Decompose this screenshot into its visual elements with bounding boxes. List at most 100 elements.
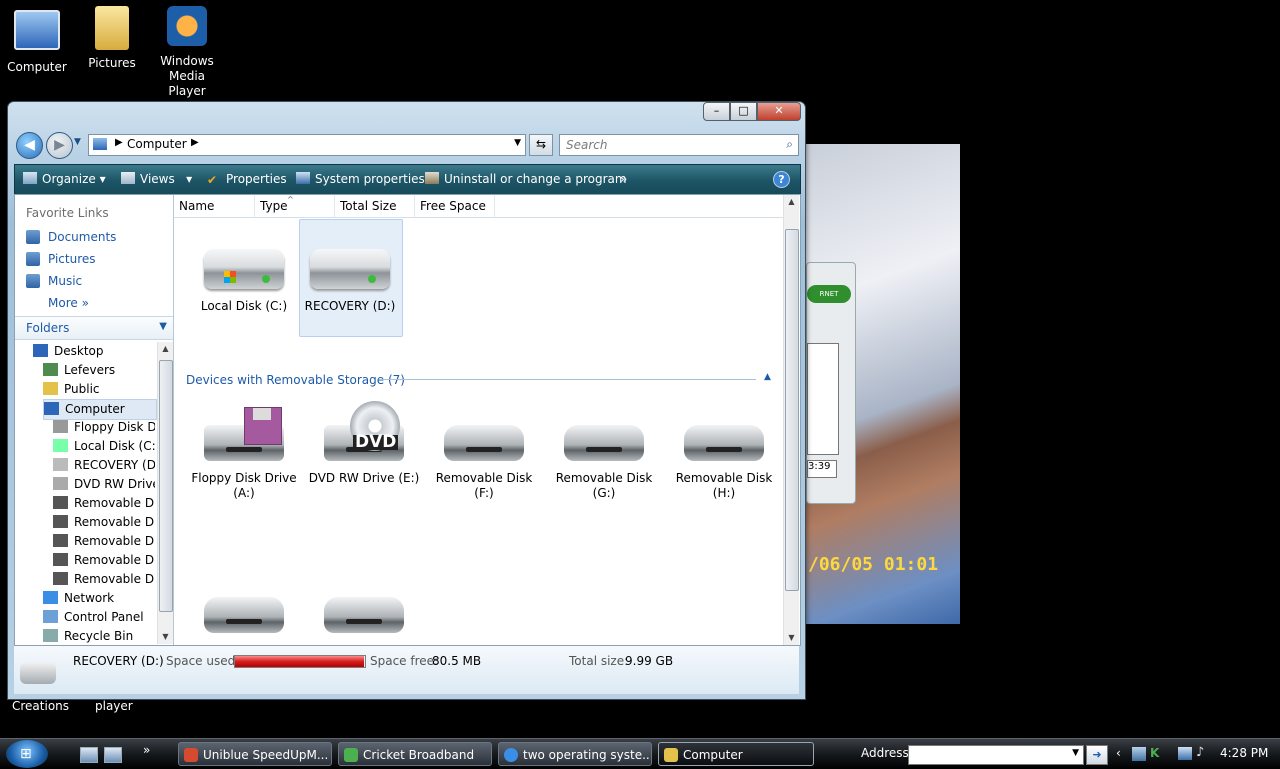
desktop-icon-label[interactable]: Creations [12,699,69,713]
folder-tree-item[interactable]: DVD RW Drive [53,475,155,494]
column-header-total-size[interactable]: Total Size [335,195,415,217]
go-button[interactable]: ➜ [1086,745,1108,765]
search-input[interactable]: Search ⌕ [559,134,799,156]
drive-local-disk-c[interactable]: Local Disk (C:) [188,235,300,314]
desktop-icon-media-player[interactable]: Windows Media Player [150,6,224,99]
desktop-icon-computer[interactable]: Computer [0,6,74,75]
toolbar-overflow-button[interactable]: » [620,165,627,194]
scrollbar-thumb[interactable] [159,360,173,612]
task-uniblue[interactable]: Uniblue SpeedUpM... [178,742,332,766]
desktop-icon-pictures[interactable]: Pictures [75,6,149,71]
start-button[interactable]: ⊞ [6,740,48,768]
drive-removable-partial[interactable] [308,579,420,645]
explorer-window[interactable]: – □ ✕ ◀ ▶ ▼ ▶ Computer ▶ ▼ ⇆ Search ⌕ Or… [7,101,806,700]
back-button[interactable]: ◀ [16,132,43,159]
folder-tree-item[interactable]: Lefevers [43,361,155,380]
folder-tree-item[interactable]: Network [43,589,155,608]
switch-windows-icon[interactable] [104,747,122,763]
removable-disk-icon [680,407,768,465]
folder-tree-item[interactable]: Public [43,380,155,399]
network-tray-icon[interactable] [1132,747,1146,761]
scroll-up-icon[interactable]: ▲ [158,342,173,356]
folder-tree-item-icon [53,477,68,490]
favorite-link-pictures[interactable]: Pictures [26,250,96,268]
task-cricket-broadband[interactable]: Cricket Broadband [338,742,492,766]
space-used-fill [235,656,364,667]
favorite-link-documents[interactable]: Documents [26,228,116,246]
column-header-name[interactable]: Name [174,195,255,217]
drive-removable-f[interactable]: Removable Disk (F:) [428,407,540,501]
drive-removable-partial[interactable] [188,579,300,645]
breadcrumb[interactable]: Computer [127,137,187,151]
address-bar[interactable]: ▶ Computer ▶ ▼ [88,134,526,156]
volume-icon[interactable]: ♪ [1196,745,1204,760]
folder-tree-item[interactable]: Removable Dis [53,570,155,589]
folder-tree-scrollbar[interactable]: ▲ ▼ [157,342,173,644]
forward-button[interactable]: ▶ [46,132,73,159]
help-button[interactable]: ? [773,171,790,188]
organize-button[interactable]: Organize ▾ [23,165,106,194]
folder-tree-item[interactable]: Removable Dis [53,513,155,532]
show-desktop-icon[interactable] [80,747,98,763]
scroll-up-icon[interactable]: ▲ [784,195,799,209]
folder-tree-item[interactable]: Removable Dis [53,532,155,551]
desktop-icon-label: Computer [7,60,67,74]
breadcrumb-separator-icon[interactable]: ▶ [115,137,123,148]
folder-tree-item[interactable]: Recycle Bin [43,627,155,646]
folder-tree-item[interactable]: Computer [43,399,157,420]
folder-tree-item[interactable]: Local Disk (C:) [53,437,155,456]
drive-dvd-e[interactable]: DVD DVD RW Drive (E:) [308,401,420,486]
scrollbar-thumb[interactable] [785,229,799,591]
drive-recovery-d[interactable]: RECOVERY (D:) [294,235,406,314]
floppy-disk-icon [244,407,282,445]
clock[interactable]: 4:28 PM [1220,746,1268,760]
collapse-group-icon[interactable]: ▲ [764,372,771,382]
favorite-link-more[interactable]: More » [48,294,89,312]
folder-tree-item[interactable]: RECOVERY (D:) [53,456,155,475]
column-header-free-space[interactable]: Free Space [415,195,495,217]
system-properties-button[interactable]: System properties [296,165,425,194]
background-widget[interactable]: RNET 3:39 [806,262,856,504]
quick-launch-overflow[interactable]: » [143,743,150,757]
drive-label: Floppy Disk Drive (A:) [191,471,297,500]
folders-header[interactable]: Folders ▼ [15,316,173,340]
desktop-icon-label[interactable]: player [95,699,133,713]
documents-icon [26,230,40,244]
maximize-button[interactable]: □ [730,102,757,121]
properties-button[interactable]: ✔ Properties [207,165,287,194]
tray-expand-chevron[interactable]: ‹ [1116,746,1121,760]
removable-storage-group-header[interactable]: Devices with Removable Storage (7) [186,373,405,387]
folder-tree-item-label: Removable Dis [74,553,155,567]
connection-tray-icon[interactable] [1178,747,1192,760]
folder-tree-item[interactable]: Desktop [33,342,155,361]
folder-tree-item[interactable]: Control Panel [43,608,155,627]
chevron-down-icon[interactable]: ▼ [1072,748,1079,758]
cricket-tray-icon[interactable]: K [1150,746,1164,761]
close-button[interactable]: ✕ [757,102,801,121]
refresh-button[interactable]: ⇆ [529,134,553,156]
drive-removable-g[interactable]: Removable Disk (G:) [548,407,660,501]
folder-tree-item[interactable]: Removable Dis [53,494,155,513]
minimize-button[interactable]: – [703,102,730,121]
column-header-type[interactable]: Type ^ [255,195,335,217]
widget-time: 3:39 [807,460,837,478]
task-computer[interactable]: Computer [658,742,814,766]
drive-removable-h[interactable]: Removable Disk (H:) [668,407,780,501]
drive-floppy-a[interactable]: Floppy Disk Drive (A:) [188,407,300,501]
folder-tree-item[interactable]: Floppy Disk Dr [53,418,155,437]
taskbar-address-input[interactable]: ▼ [908,745,1084,765]
scroll-down-icon[interactable]: ▼ [158,630,173,644]
chevron-down-icon[interactable]: ▼ [159,321,167,332]
scroll-down-icon[interactable]: ▼ [784,631,799,645]
content-scrollbar[interactable]: ▲ ▼ [783,195,799,645]
chevron-down-icon[interactable]: ▼ [514,138,521,148]
uninstall-program-button[interactable]: Uninstall or change a program [425,165,627,194]
views-button[interactable]: Views ▾ [121,165,192,194]
search-icon[interactable]: ⌕ [786,137,793,152]
recent-pages-chevron-icon[interactable]: ▼ [74,137,81,147]
task-internet-explorer[interactable]: two operating syste... [498,742,652,766]
favorite-link-music[interactable]: Music [26,272,82,290]
breadcrumb-separator-icon[interactable]: ▶ [191,137,199,148]
folder-tree-item-icon [44,402,59,415]
folder-tree-item[interactable]: Removable Dis [53,551,155,570]
